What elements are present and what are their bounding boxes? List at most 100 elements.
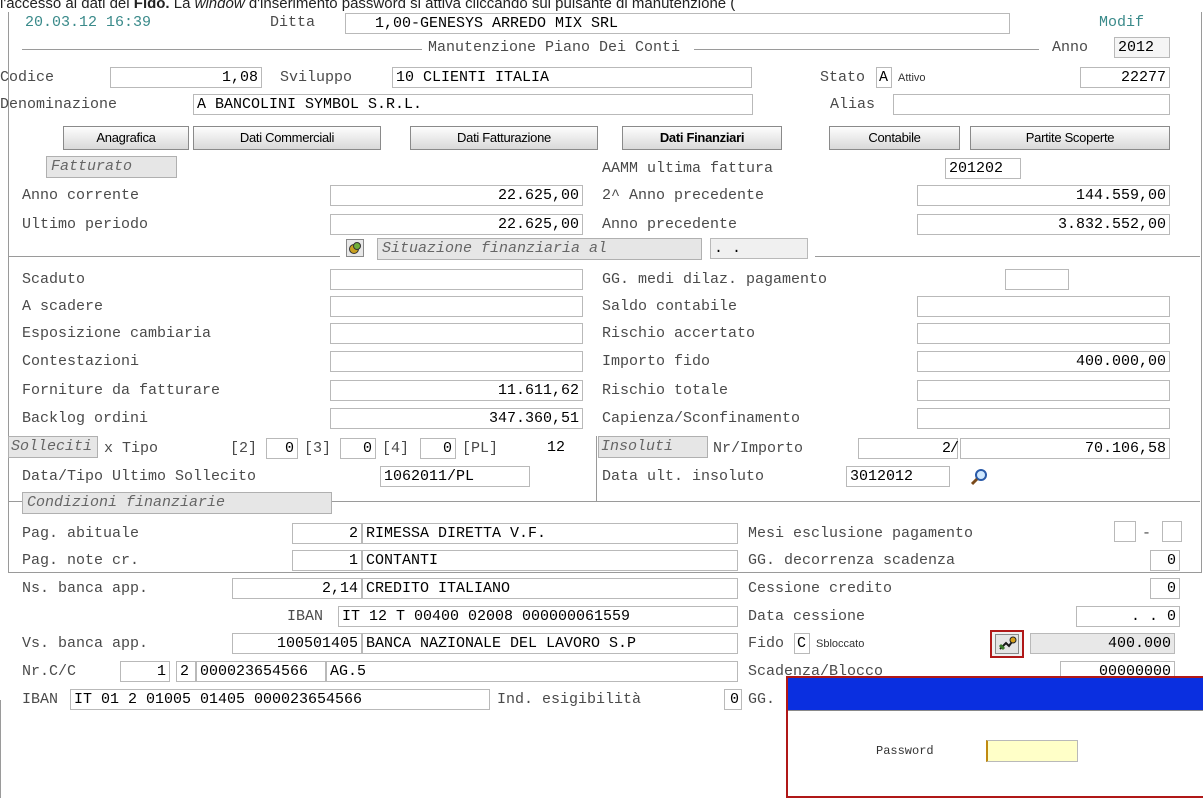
gg-decorrenza-field[interactable]: 0 bbox=[1150, 550, 1180, 571]
iban2-field[interactable]: IT 01 2 01005 01405 000023654566 bbox=[70, 689, 490, 710]
tab-dati-commerciali[interactable]: Dati Commerciali bbox=[193, 126, 381, 150]
sviluppo-field[interactable]: 10 CLIENTI ITALIA bbox=[392, 67, 752, 88]
record-number: 22277 bbox=[1080, 67, 1170, 88]
denominazione-field[interactable]: A BANCOLINI SYMBOL S.R.L. bbox=[193, 94, 753, 115]
iban2-label: IBAN bbox=[22, 691, 59, 708]
anno-label: Anno bbox=[1052, 39, 1089, 56]
password-dialog-titlebar[interactable] bbox=[788, 678, 1203, 710]
data-cessione-field[interactable]: . . 0 bbox=[1076, 606, 1180, 627]
capienza-field[interactable] bbox=[917, 408, 1170, 429]
solleciti-section-label: Solleciti bbox=[8, 436, 98, 458]
mesi-from-field[interactable] bbox=[1114, 521, 1136, 542]
iban1-field[interactable]: IT 12 T 00400 02008 000000061559 bbox=[338, 606, 738, 627]
ditta-label: Ditta bbox=[270, 14, 316, 31]
tipo4-field[interactable]: 0 bbox=[420, 438, 456, 459]
scaduto-field[interactable] bbox=[330, 269, 583, 290]
nrcc-ag-field[interactable]: AG.5 bbox=[326, 661, 738, 682]
iban1-label: IBAN bbox=[287, 608, 324, 625]
contestazioni-label: Contestazioni bbox=[22, 353, 140, 370]
denominazione-label: Denominazione bbox=[0, 96, 118, 113]
fido-maintenance-icon bbox=[995, 634, 1019, 654]
codice-field[interactable]: 1,08 bbox=[110, 67, 262, 88]
forniture-label: Forniture da fatturare bbox=[22, 382, 221, 399]
ns-banca-text: CREDITO ITALIANO bbox=[362, 578, 738, 599]
pag-abituale-label: Pag. abituale bbox=[22, 525, 140, 542]
cessione-credito-field[interactable]: 0 bbox=[1150, 578, 1180, 599]
ultimo-sollecito-field[interactable]: 1062011/PL bbox=[380, 466, 530, 487]
tipopl-field[interactable]: 12 bbox=[532, 438, 568, 459]
saldo-contabile-field[interactable] bbox=[917, 296, 1170, 317]
password-label: Password bbox=[876, 744, 934, 758]
situazione-date-field[interactable]: . . bbox=[710, 238, 808, 259]
secondo-anno-label: 2^ Anno precedente bbox=[602, 187, 765, 204]
gg-decorrenza-label: GG. decorrenza scadenza bbox=[748, 552, 956, 569]
nrcc-a-field[interactable]: 1 bbox=[120, 661, 170, 682]
data-insoluto-label: Data ult. insoluto bbox=[602, 468, 765, 485]
ind-esigibilita-field[interactable]: 0 bbox=[724, 689, 742, 710]
tab-dati-fatturazione[interactable]: Dati Fatturazione bbox=[410, 126, 598, 150]
a-scadere-field[interactable] bbox=[330, 296, 583, 317]
ind-esigibilita-label: Ind. esigibilità bbox=[497, 691, 642, 708]
a-scadere-label: A scadere bbox=[22, 298, 104, 315]
stato-label: Stato bbox=[820, 69, 866, 86]
ditta-field[interactable]: 1,00-GENESYS ARREDO MIX SRL bbox=[345, 13, 1010, 34]
fido-maintenance-button[interactable] bbox=[990, 630, 1024, 658]
contestazioni-field[interactable] bbox=[330, 351, 583, 372]
tipo2-field[interactable]: 0 bbox=[266, 438, 298, 459]
situazione-rule-right bbox=[815, 256, 1200, 257]
aamm-field[interactable]: 201202 bbox=[945, 158, 1021, 179]
anno-corrente-field[interactable]: 22.625,00 bbox=[330, 185, 583, 206]
esposizione-label: Esposizione cambiaria bbox=[22, 325, 212, 342]
esposizione-field[interactable] bbox=[330, 323, 583, 344]
vs-banca-code[interactable]: 100501405 bbox=[232, 633, 362, 654]
tab-dati-finanziari[interactable]: Dati Finanziari bbox=[622, 126, 782, 150]
insoluti-divider bbox=[596, 436, 597, 502]
anno-field[interactable]: 2012 bbox=[1114, 37, 1170, 58]
ultimo-periodo-field[interactable]: 22.625,00 bbox=[330, 214, 583, 235]
importo-fido-field[interactable]: 400.000,00 bbox=[917, 351, 1170, 372]
refresh-icon[interactable] bbox=[346, 239, 364, 257]
tab-partite-scoperte[interactable]: Partite Scoperte bbox=[970, 126, 1170, 150]
mesi-esclusione-label: Mesi esclusione pagamento bbox=[748, 525, 974, 542]
password-dialog: Password bbox=[786, 676, 1203, 798]
mode-indicator: Modif bbox=[1099, 14, 1145, 31]
fido-amount-field: 400.000 bbox=[1030, 633, 1175, 654]
vs-banca-label: Vs. banca app. bbox=[22, 635, 149, 652]
data-insoluto-field[interactable]: 3012012 bbox=[846, 466, 950, 487]
gg-medi-field[interactable] bbox=[1005, 269, 1069, 290]
alias-field[interactable] bbox=[893, 94, 1170, 115]
forniture-field[interactable]: 11.611,62 bbox=[330, 380, 583, 401]
pag-abituale-code[interactable]: 2 bbox=[292, 523, 362, 544]
sviluppo-label: Sviluppo bbox=[280, 69, 353, 86]
pag-note-code[interactable]: 1 bbox=[292, 550, 362, 571]
fido-field[interactable]: C bbox=[794, 633, 810, 654]
anno-corrente-label: Anno corrente bbox=[22, 187, 140, 204]
ns-banca-code[interactable]: 2,14 bbox=[232, 578, 362, 599]
search-icon[interactable] bbox=[970, 467, 990, 487]
tipo3-field[interactable]: 0 bbox=[340, 438, 376, 459]
insoluti-nr-field[interactable]: 2 bbox=[858, 438, 958, 459]
backlog-field[interactable]: 347.360,51 bbox=[330, 408, 583, 429]
nrcc-b-field[interactable]: 2 bbox=[176, 661, 196, 682]
mesi-dash: - bbox=[1142, 525, 1152, 542]
tab-contabile[interactable]: Contabile bbox=[829, 126, 960, 150]
nrcc-label: Nr.C/C bbox=[22, 663, 77, 680]
password-input[interactable] bbox=[986, 740, 1078, 762]
secondo-anno-field[interactable]: 144.559,00 bbox=[917, 185, 1170, 206]
anno-precedente-label: Anno precedente bbox=[602, 216, 738, 233]
stato-field[interactable]: A bbox=[876, 67, 892, 88]
codice-label: Codice bbox=[0, 69, 55, 86]
situazione-rule-left bbox=[8, 256, 340, 257]
tipo3-label: [3] bbox=[304, 440, 332, 457]
insoluti-importo-field[interactable]: 70.106,58 bbox=[960, 438, 1170, 459]
cessione-credito-label: Cessione credito bbox=[748, 580, 893, 597]
rischio-accertato-field[interactable] bbox=[917, 323, 1170, 344]
rischio-accertato-label: Rischio accertato bbox=[602, 325, 756, 342]
importo-fido-label: Importo fido bbox=[602, 353, 711, 370]
nrcc-num-field[interactable]: 000023654566 bbox=[196, 661, 326, 682]
anno-precedente-field[interactable]: 3.832.552,00 bbox=[917, 214, 1170, 235]
rischio-totale-field[interactable] bbox=[917, 380, 1170, 401]
insoluti-slash: / bbox=[950, 440, 960, 457]
mesi-to-field[interactable] bbox=[1162, 521, 1182, 542]
tab-anagrafica[interactable]: Anagrafica bbox=[63, 126, 189, 150]
